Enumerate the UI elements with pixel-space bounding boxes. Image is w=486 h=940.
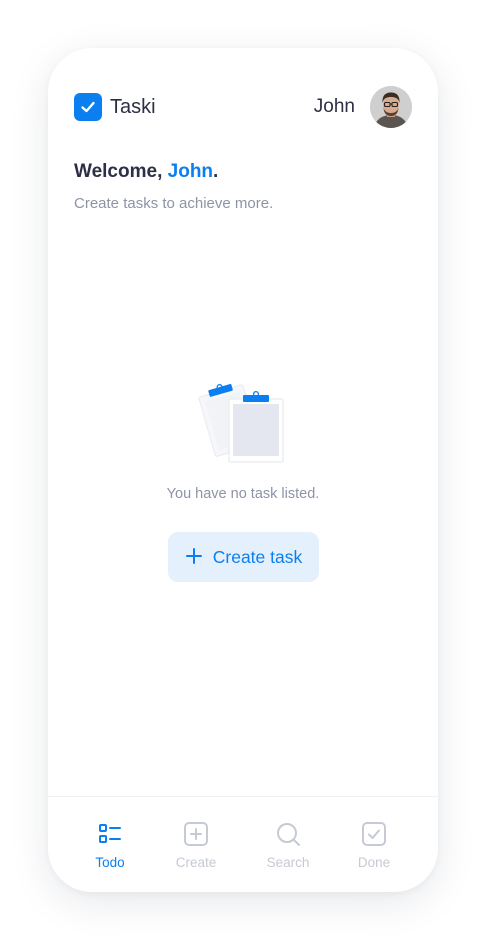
checkbox-logo-icon xyxy=(74,93,102,121)
create-task-button[interactable]: Create task xyxy=(168,532,319,582)
nav-item-done[interactable]: Done xyxy=(339,821,409,877)
welcome-name: John xyxy=(167,161,214,182)
empty-state-message: You have no task listed. xyxy=(166,486,320,502)
nav-label-search: Search xyxy=(266,855,310,870)
list-icon xyxy=(99,824,121,843)
app-card: Taski John Welcome, John. Create tasks t… xyxy=(48,48,438,892)
nav-item-search[interactable]: Search xyxy=(253,821,323,877)
nav-item-todo[interactable]: Todo xyxy=(75,821,145,877)
bottom-nav: Todo Create Search Done xyxy=(48,796,438,892)
plus-icon xyxy=(185,547,203,568)
nav-label-todo: Todo xyxy=(95,855,125,870)
app-name: Taski xyxy=(110,96,156,118)
welcome-heading: Welcome, John. xyxy=(74,160,218,184)
welcome-suffix: . xyxy=(213,161,219,182)
welcome-greeting: Welcome, xyxy=(74,161,168,182)
check-square-icon xyxy=(362,822,386,846)
plus-square-icon xyxy=(184,822,208,846)
user-name[interactable]: John xyxy=(314,94,355,120)
clipboard-illustration-icon xyxy=(198,378,288,466)
welcome-subtitle: Create tasks to achieve more. xyxy=(74,195,274,212)
nav-label-done: Done xyxy=(357,855,391,870)
avatar[interactable] xyxy=(370,86,412,128)
search-icon xyxy=(277,823,300,846)
nav-item-create[interactable]: Create xyxy=(161,821,231,877)
create-task-label: Create task xyxy=(212,546,303,567)
nav-label-create: Create xyxy=(175,855,217,870)
